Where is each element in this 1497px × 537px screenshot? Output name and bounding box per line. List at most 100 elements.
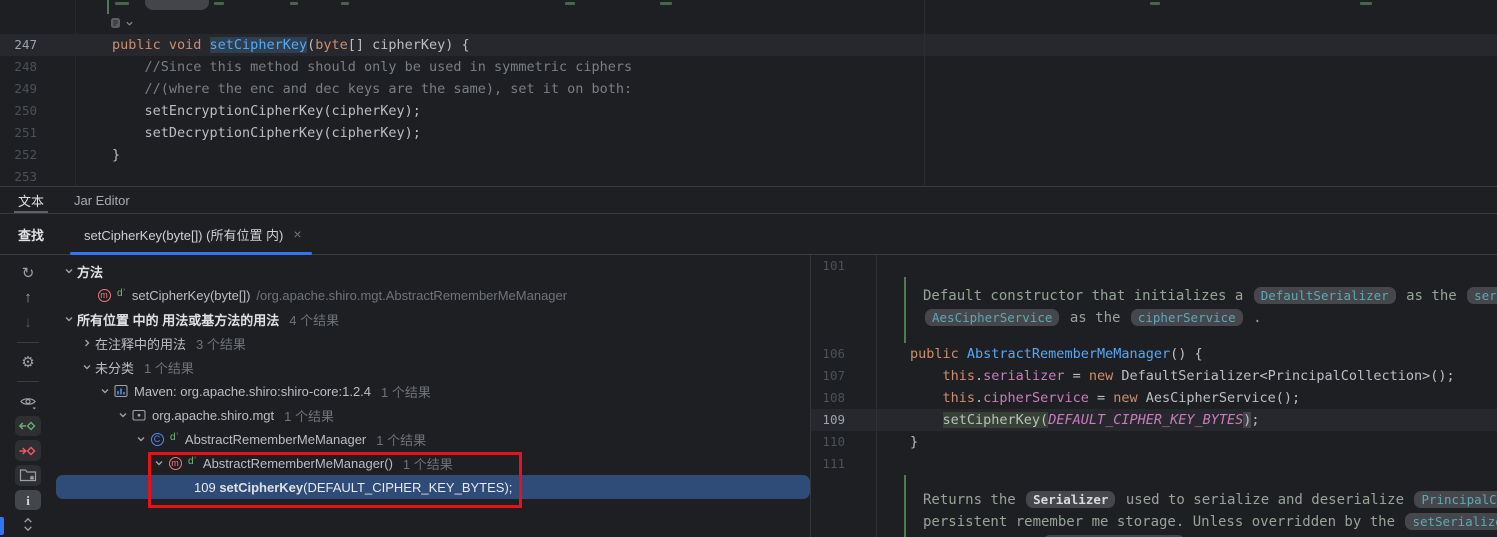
- javadoc-code-chip: Serializer: [1026, 491, 1115, 508]
- editor-line[interactable]: 252}: [0, 144, 1497, 166]
- find-tab-label: setCipherKey(byte[]) (所有位置 内): [84, 225, 283, 244]
- tree-item-label: setCipherKey(byte[]): [132, 288, 251, 303]
- library-icon: [113, 383, 129, 399]
- annotation-red-box: [148, 452, 522, 508]
- editor-line[interactable]: 247public void setCipherKey(byte[] ciphe…: [0, 34, 1497, 56]
- javadoc-code-chip: setSerializer: [1405, 513, 1497, 530]
- line-number: 106: [811, 343, 855, 365]
- code-token: =: [1064, 368, 1088, 384]
- code-token: this: [943, 368, 976, 384]
- preview-code-rows: 101 Default constructor that initializes …: [811, 255, 1497, 537]
- javadoc-text: Default constructor that initializes a: [923, 288, 1252, 304]
- expand-collapse-icon[interactable]: [15, 514, 41, 535]
- javadoc-code-chip: serializer: [1467, 287, 1497, 304]
- toolbar-separator: [17, 381, 39, 382]
- group-by-directory-icon[interactable]: [15, 465, 41, 486]
- tree-row[interactable]: org.apache.shiro.mgt1 个结果: [56, 403, 810, 427]
- navigate-with-source-icon[interactable]: [15, 416, 41, 437]
- editor-tab-label: 文本: [18, 191, 44, 210]
- line-number: 107: [811, 365, 855, 387]
- code-token: ;: [1251, 412, 1259, 428]
- down-arrow-icon[interactable]: ↓: [15, 312, 41, 333]
- line-number: 252: [0, 144, 62, 166]
- preview-code-line[interactable]: 111: [811, 453, 1497, 475]
- chevron-right-icon[interactable]: [78, 338, 95, 348]
- chevron-down-icon[interactable]: [78, 362, 95, 372]
- line-number: 249: [0, 78, 62, 100]
- preview-gutter-separator: [876, 255, 877, 537]
- editor-tab-jar-editor[interactable]: Jar Editor: [74, 187, 130, 213]
- editor-line[interactable]: 253: [0, 166, 1497, 186]
- result-count: 1 个结果: [144, 358, 194, 377]
- code-token: .: [975, 390, 983, 406]
- chevron-down-icon[interactable]: [60, 266, 77, 276]
- preview-code-line[interactable]: 107 this.serializer = new DefaultSeriali…: [811, 365, 1497, 387]
- line-number: 110: [811, 431, 855, 453]
- tree-item-label: AbstractRememberMeManager: [185, 432, 366, 447]
- javadoc-line: Returns the Serializer used to serialize…: [923, 489, 1497, 511]
- code-token: setCipherKey(: [943, 412, 1049, 428]
- editor-line[interactable]: 251 setDecryptionCipherKey(cipherKey);: [0, 122, 1497, 144]
- line-number: 251: [0, 122, 62, 144]
- code-token: public void: [112, 37, 210, 53]
- show-details-info-icon[interactable]: i: [15, 490, 41, 511]
- code-token: [] cipherKey) {: [348, 37, 470, 53]
- tree-item-label: 在注释中的用法: [95, 334, 186, 353]
- code-token: .: [975, 368, 983, 384]
- result-count: 1 个结果: [284, 406, 334, 425]
- preview-code-line[interactable]: 106public AbstractRememberMeManager() {: [811, 343, 1497, 365]
- line-number: 108: [811, 387, 855, 409]
- code-token: public: [910, 346, 967, 362]
- clipped-doc-line: [0, 0, 1497, 14]
- editor-tab-text[interactable]: 文本: [18, 187, 44, 213]
- tree-row[interactable]: 未分类1 个结果: [56, 355, 810, 379]
- editor-code-lines[interactable]: 247public void setCipherKey(byte[] ciphe…: [0, 34, 1497, 186]
- editor-line[interactable]: 250 setEncryptionCipherKey(cipherKey);: [0, 100, 1497, 122]
- code-token: setCipherKey: [210, 37, 308, 53]
- tree-row[interactable]: CdʾAbstractRememberMeManager1 个结果: [56, 427, 810, 451]
- preview-code-line[interactable]: 108 this.cipherService = new AesCipherSe…: [811, 387, 1497, 409]
- preview-code-line[interactable]: 101: [811, 255, 1497, 277]
- refresh-icon[interactable]: ↻: [15, 263, 41, 284]
- chevron-down-icon[interactable]: [96, 386, 113, 396]
- code-token: DefaultSerializer<PrincipalCollection>()…: [1121, 368, 1454, 384]
- editor-pane[interactable]: 247public void setCipherKey(byte[] ciphe…: [0, 0, 1497, 186]
- method-icon: m: [96, 289, 112, 302]
- line-number: 250: [0, 100, 62, 122]
- code-token: [910, 368, 943, 384]
- doc-render-toggle-icon[interactable]: [110, 17, 134, 29]
- navigate-from-source-icon[interactable]: [15, 440, 41, 461]
- code-token: //Since this method should only be used …: [112, 59, 632, 75]
- code-token: this: [943, 390, 976, 406]
- chevron-down-icon[interactable]: [60, 314, 77, 324]
- code-token: setDecryptionCipherKey(cipherKey);: [112, 125, 421, 141]
- find-results-tab[interactable]: setCipherKey(byte[]) (所有位置 内) ×: [70, 214, 312, 254]
- javadoc-line: persistent remember me storage. Unless o…: [923, 511, 1497, 533]
- toolwindow-stripe-indicator: [0, 517, 4, 535]
- code-token: (: [307, 37, 315, 53]
- up-arrow-icon[interactable]: ↑: [15, 288, 41, 309]
- preview-code-line[interactable]: 109 setCipherKey(DEFAULT_CIPHER_KEY_BYTE…: [811, 409, 1497, 431]
- editor-line[interactable]: 248 //Since this method should only be u…: [0, 56, 1497, 78]
- javadoc-text: as the: [1061, 310, 1128, 326]
- tree-row[interactable]: 方法: [56, 259, 810, 283]
- chevron-down-icon[interactable]: [132, 434, 149, 444]
- tree-row[interactable]: mdʾsetCipherKey(byte[])/org.apache.shiro…: [56, 283, 810, 307]
- preview-eye-icon[interactable]: [15, 391, 41, 412]
- code-token: =: [1089, 390, 1113, 406]
- code-token: () {: [1170, 346, 1203, 362]
- tree-item-label: 方法: [77, 262, 103, 281]
- usage-preview-pane[interactable]: 101 Default constructor that initializes …: [811, 255, 1497, 537]
- tree-row[interactable]: 在注释中的用法3 个结果: [56, 331, 810, 355]
- doc-chip-partial: [145, 0, 209, 10]
- settings-gear-icon[interactable]: ⚙: [15, 352, 41, 373]
- editor-line[interactable]: 249 //(where the enc and dec keys are th…: [0, 78, 1497, 100]
- tree-row[interactable]: 所有位置 中的 用法或基方法的用法4 个结果: [56, 307, 810, 331]
- find-toolwindow-title: 查找: [0, 225, 44, 244]
- chevron-down-icon[interactable]: [114, 410, 131, 420]
- javadoc-text: persistent remember me storage. Unless o…: [923, 514, 1403, 530]
- preview-code-line[interactable]: 110}: [811, 431, 1497, 453]
- tree-row[interactable]: Maven: org.apache.shiro:shiro-core:1.2.4…: [56, 379, 810, 403]
- close-icon[interactable]: ×: [293, 226, 301, 242]
- decompiled-badge-icon: dʾ: [117, 288, 126, 299]
